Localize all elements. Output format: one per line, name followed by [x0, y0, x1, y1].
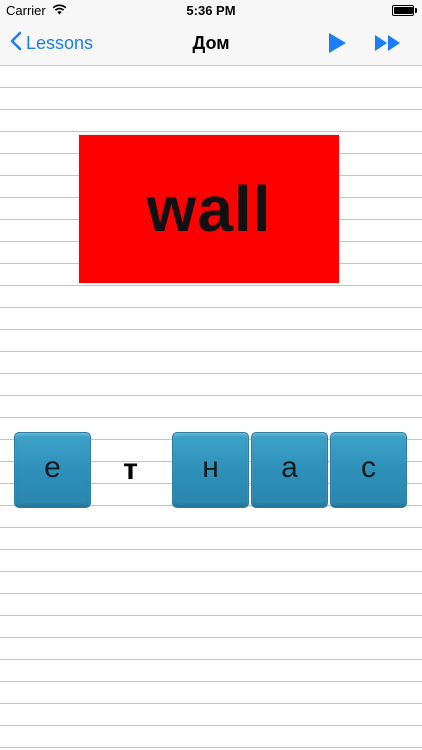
tile-letter: н: [202, 451, 219, 484]
letter-tile-n[interactable]: н: [172, 432, 249, 508]
word-card-text: wall: [146, 173, 272, 245]
status-time: 5:36 PM: [186, 3, 236, 18]
letter-tile-a[interactable]: а: [251, 432, 328, 508]
back-button[interactable]: Lessons: [10, 31, 93, 56]
fast-forward-icon: [374, 35, 402, 56]
word-card: wall: [79, 135, 339, 283]
chevron-left-icon: [10, 31, 22, 56]
tile-letter: е: [44, 451, 61, 484]
letter-tile-e[interactable]: е: [14, 432, 91, 508]
play-button[interactable]: [327, 32, 347, 59]
status-bar: Carrier 5:36 PM: [0, 0, 422, 22]
battery-icon: [392, 5, 417, 16]
navigation-bar: Lessons Дом: [0, 22, 422, 66]
letter-tile-s[interactable]: с: [330, 432, 407, 508]
fast-forward-button[interactable]: [374, 34, 402, 57]
tile-letter: а: [281, 451, 298, 484]
play-icon: [327, 33, 347, 58]
tile-letter: с: [361, 451, 376, 484]
letter-t[interactable]: т: [92, 432, 169, 508]
back-button-label: Lessons: [26, 33, 94, 53]
